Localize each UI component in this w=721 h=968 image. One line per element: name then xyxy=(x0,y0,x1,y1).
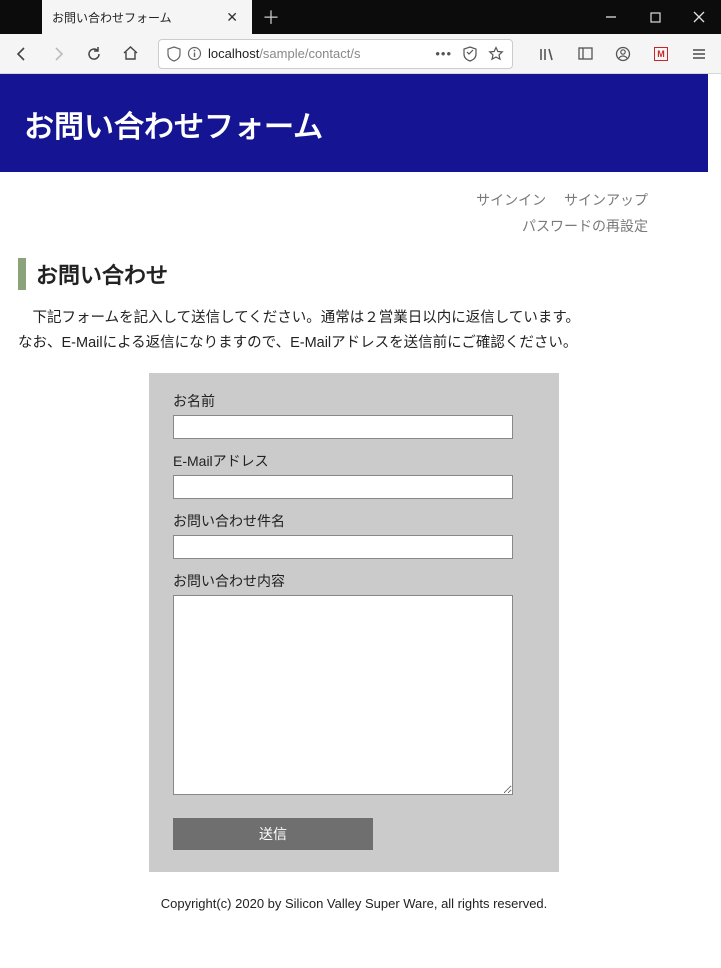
intro-line-1: 下記フォームを記入して送信してください。通常は２営業日以内に返信しています。 xyxy=(18,306,690,331)
minimize-button[interactable] xyxy=(589,0,633,34)
browser-toolbar: localhost/sample/contact/s ••• xyxy=(0,34,721,74)
intro-text: 下記フォームを記入して送信してください。通常は２営業日以内に返信しています。 な… xyxy=(0,306,708,355)
browser-chrome: お問い合わせフォーム ✕ ＋ xyxy=(0,0,721,74)
back-button[interactable] xyxy=(8,40,36,68)
tab-title: お問い合わせフォーム xyxy=(52,9,222,26)
url-text: localhost/sample/contact/s xyxy=(208,46,429,61)
password-reset-link[interactable]: パスワードの再設定 xyxy=(522,218,648,234)
page-title: お問い合わせフォーム xyxy=(24,102,684,146)
reload-button[interactable] xyxy=(80,40,108,68)
name-input[interactable] xyxy=(173,415,513,439)
nav-links: サインイン サインアップ パスワードの再設定 xyxy=(0,172,708,244)
toolbar-right: M xyxy=(533,40,713,68)
body-textarea[interactable] xyxy=(173,595,513,795)
sidebar-icon[interactable] xyxy=(571,40,599,68)
page-header: お問い合わせフォーム xyxy=(0,74,708,172)
page-viewport: お問い合わせフォーム サインイン サインアップ パスワードの再設定 お問い合わせ… xyxy=(0,74,721,968)
close-tab-icon[interactable]: ✕ xyxy=(222,9,242,26)
signin-link[interactable]: サインイン xyxy=(476,192,546,208)
menu-icon[interactable] xyxy=(685,40,713,68)
name-label: お名前 xyxy=(173,391,535,411)
reader-icon[interactable] xyxy=(462,46,478,62)
account-icon[interactable] xyxy=(609,40,637,68)
subject-input[interactable] xyxy=(173,535,513,559)
email-input[interactable] xyxy=(173,475,513,499)
close-window-button[interactable] xyxy=(677,0,721,34)
footer-copyright: Copyright(c) 2020 by Silicon Valley Supe… xyxy=(0,872,708,951)
body-label: お問い合わせ内容 xyxy=(173,571,535,591)
new-tab-button[interactable]: ＋ xyxy=(252,4,290,30)
signup-link[interactable]: サインアップ xyxy=(564,192,648,208)
forward-button[interactable] xyxy=(44,40,72,68)
library-icon[interactable] xyxy=(533,40,561,68)
page-actions-icon[interactable]: ••• xyxy=(435,46,452,61)
contact-form: お名前 E-Mailアドレス お問い合わせ件名 お問い合わせ内容 送信 xyxy=(149,373,559,872)
email-label: E-Mailアドレス xyxy=(173,451,535,471)
url-bar[interactable]: localhost/sample/contact/s ••• xyxy=(158,39,513,69)
tab-bar: お問い合わせフォーム ✕ ＋ xyxy=(0,0,721,34)
bookmark-star-icon[interactable] xyxy=(488,46,504,62)
mcafee-icon[interactable]: M xyxy=(647,40,675,68)
info-icon[interactable] xyxy=(187,46,202,61)
section-title: お問い合わせ xyxy=(18,258,690,290)
window-controls xyxy=(589,0,721,34)
home-button[interactable] xyxy=(116,40,144,68)
maximize-button[interactable] xyxy=(633,0,677,34)
intro-line-2: なお、E-Mailによる返信になりますので、E-Mailアドレスを送信前にご確認… xyxy=(18,331,690,356)
shield-icon[interactable] xyxy=(167,46,181,62)
browser-tab[interactable]: お問い合わせフォーム ✕ xyxy=(42,0,252,34)
submit-button[interactable]: 送信 xyxy=(173,818,373,850)
subject-label: お問い合わせ件名 xyxy=(173,511,535,531)
